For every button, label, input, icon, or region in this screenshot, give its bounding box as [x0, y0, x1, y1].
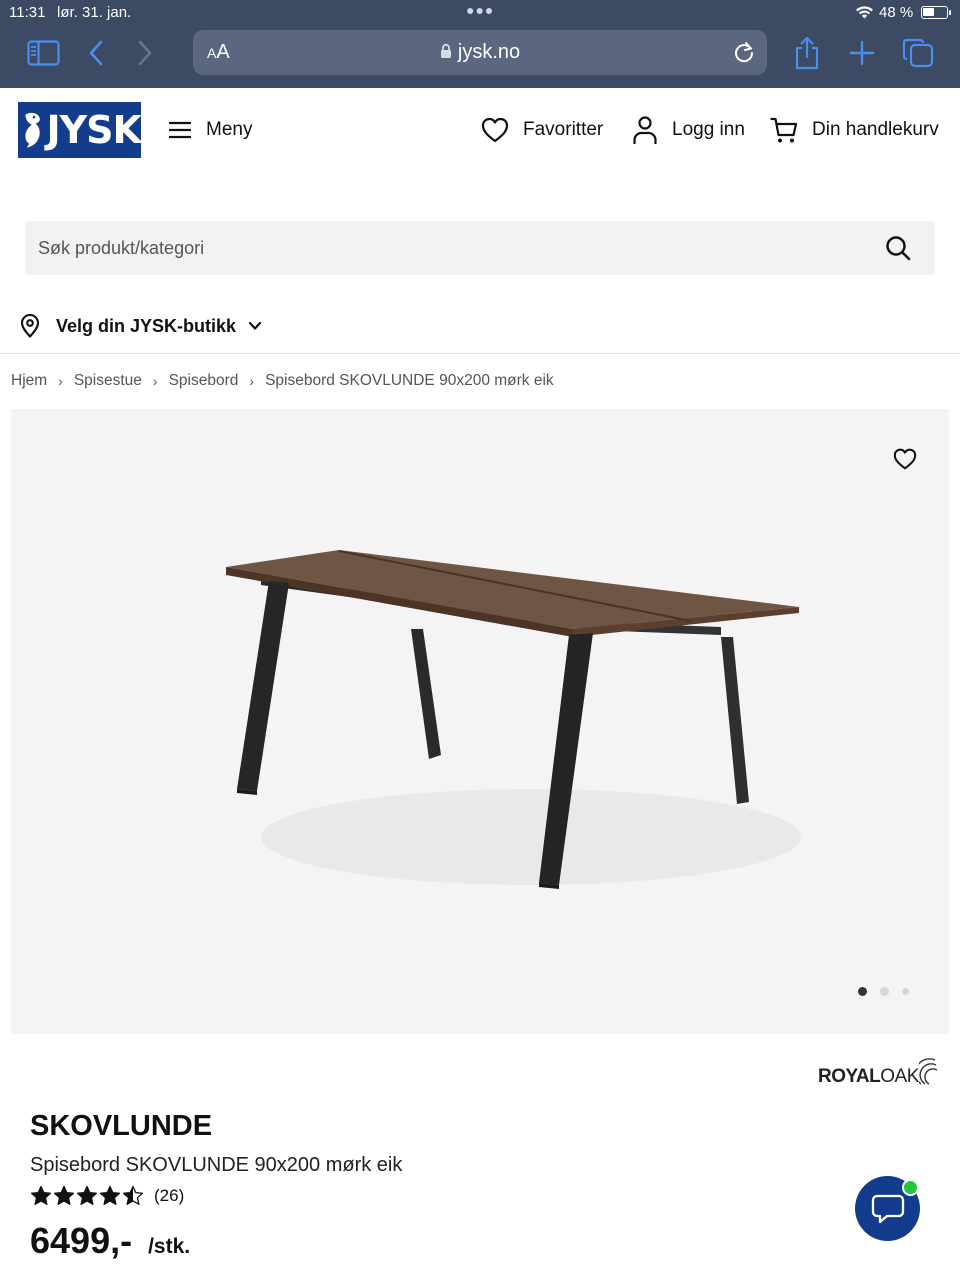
hamburger-icon	[169, 121, 191, 139]
brand-name-part1: ROYAL	[818, 1066, 881, 1087]
favorites-label: Favoritter	[523, 119, 604, 140]
battery-icon	[921, 6, 951, 19]
sidebar-icon[interactable]	[27, 36, 60, 70]
price-unit: /stk.	[148, 1235, 191, 1258]
store-selector[interactable]: Velg din JYSK-butikk	[20, 312, 262, 340]
wifi-icon	[855, 5, 874, 23]
battery-percent: 48 %	[879, 4, 914, 21]
lock-icon	[440, 42, 452, 65]
brand-logo[interactable]: ROYAL OAK	[818, 1054, 941, 1088]
reload-icon[interactable]	[733, 40, 755, 69]
breadcrumb-home[interactable]: Hjem	[11, 372, 47, 390]
rating-stars	[30, 1185, 144, 1206]
search-icon[interactable]	[885, 235, 911, 266]
breadcrumb-dining-tables[interactable]: Spisebord	[169, 372, 239, 390]
product-image-gallery[interactable]	[11, 409, 949, 1034]
menu-button[interactable]: Meny	[168, 114, 252, 146]
menu-label: Meny	[206, 119, 253, 140]
chevron-down-icon	[248, 321, 262, 330]
address-bar[interactable]: AA jysk.no	[193, 30, 767, 75]
gallery-dot[interactable]	[880, 987, 889, 996]
bird-logo-icon	[25, 112, 40, 148]
product-rating[interactable]: (26)	[30, 1185, 184, 1206]
product-name: SKOVLUNDE	[30, 1110, 213, 1142]
breadcrumb-separator: ›	[249, 373, 255, 389]
url-field[interactable]: jysk.no	[193, 41, 767, 65]
jysk-logo[interactable]: JYSK	[18, 102, 142, 158]
login-button[interactable]: Logg inn	[632, 114, 745, 146]
store-selector-label: Velg din JYSK-butikk	[56, 315, 237, 336]
user-icon	[633, 116, 657, 144]
chat-bubble-icon	[871, 1194, 904, 1223]
back-icon[interactable]	[88, 36, 104, 70]
new-tab-icon[interactable]	[849, 36, 875, 70]
multitasking-dots-icon[interactable]: ●●●	[466, 2, 494, 18]
breadcrumb-dining-room[interactable]: Spisestue	[74, 372, 142, 390]
breadcrumb-separator: ›	[58, 373, 63, 389]
favorites-button[interactable]: Favoritter	[481, 114, 603, 146]
heart-icon	[481, 117, 509, 143]
status-date: lør. 31. jan.	[57, 4, 132, 21]
star-icon	[30, 1185, 52, 1205]
review-count[interactable]: (26)	[154, 1186, 184, 1206]
cart-icon	[770, 117, 798, 143]
search-bar	[25, 221, 935, 275]
browser-chrome: 11:31 lør. 31. jan. ●●● 48 % AA jysk.no	[0, 0, 960, 88]
star-icon	[53, 1185, 75, 1205]
search-input[interactable]	[25, 221, 935, 275]
chat-button[interactable]	[855, 1176, 920, 1241]
share-icon[interactable]	[793, 36, 821, 70]
forward-icon[interactable]	[137, 36, 153, 70]
breadcrumb: Hjem › Spisestue › Spisebord › Spisebord…	[11, 372, 554, 390]
status-bar: 11:31 lør. 31. jan. ●●● 48 %	[0, 0, 960, 24]
gallery-dot[interactable]	[902, 988, 909, 995]
gallery-pagination[interactable]	[858, 987, 909, 996]
header-divider	[0, 353, 960, 354]
cart-label: Din handlekurv	[812, 119, 939, 140]
location-pin-icon	[20, 314, 40, 338]
tabs-icon[interactable]	[902, 36, 934, 70]
gallery-dot[interactable]	[858, 987, 867, 996]
brand-name-part2: OAK	[880, 1066, 919, 1087]
product-description: Spisebord SKOVLUNDE 90x200 mørk eik	[30, 1154, 403, 1176]
star-icon	[99, 1185, 121, 1205]
add-to-favorites-heart-icon[interactable]	[893, 448, 917, 475]
star-icon	[76, 1185, 98, 1205]
online-status-dot	[902, 1179, 919, 1196]
price-amount: 6499,-	[30, 1220, 133, 1261]
login-label: Logg inn	[672, 119, 745, 140]
brand-arc-icon	[918, 1058, 938, 1085]
url-text: jysk.no	[457, 41, 521, 63]
cart-button[interactable]: Din handlekurv	[770, 114, 939, 146]
product-image	[226, 550, 801, 889]
product-price: 6499,- /stk.	[30, 1220, 190, 1262]
status-time: 11:31	[9, 4, 46, 21]
breadcrumb-current: Spisebord SKOVLUNDE 90x200 mørk eik	[265, 372, 554, 389]
breadcrumb-separator: ›	[152, 373, 158, 389]
logo-text: JYSK	[46, 108, 142, 152]
star-icon	[122, 1185, 144, 1205]
